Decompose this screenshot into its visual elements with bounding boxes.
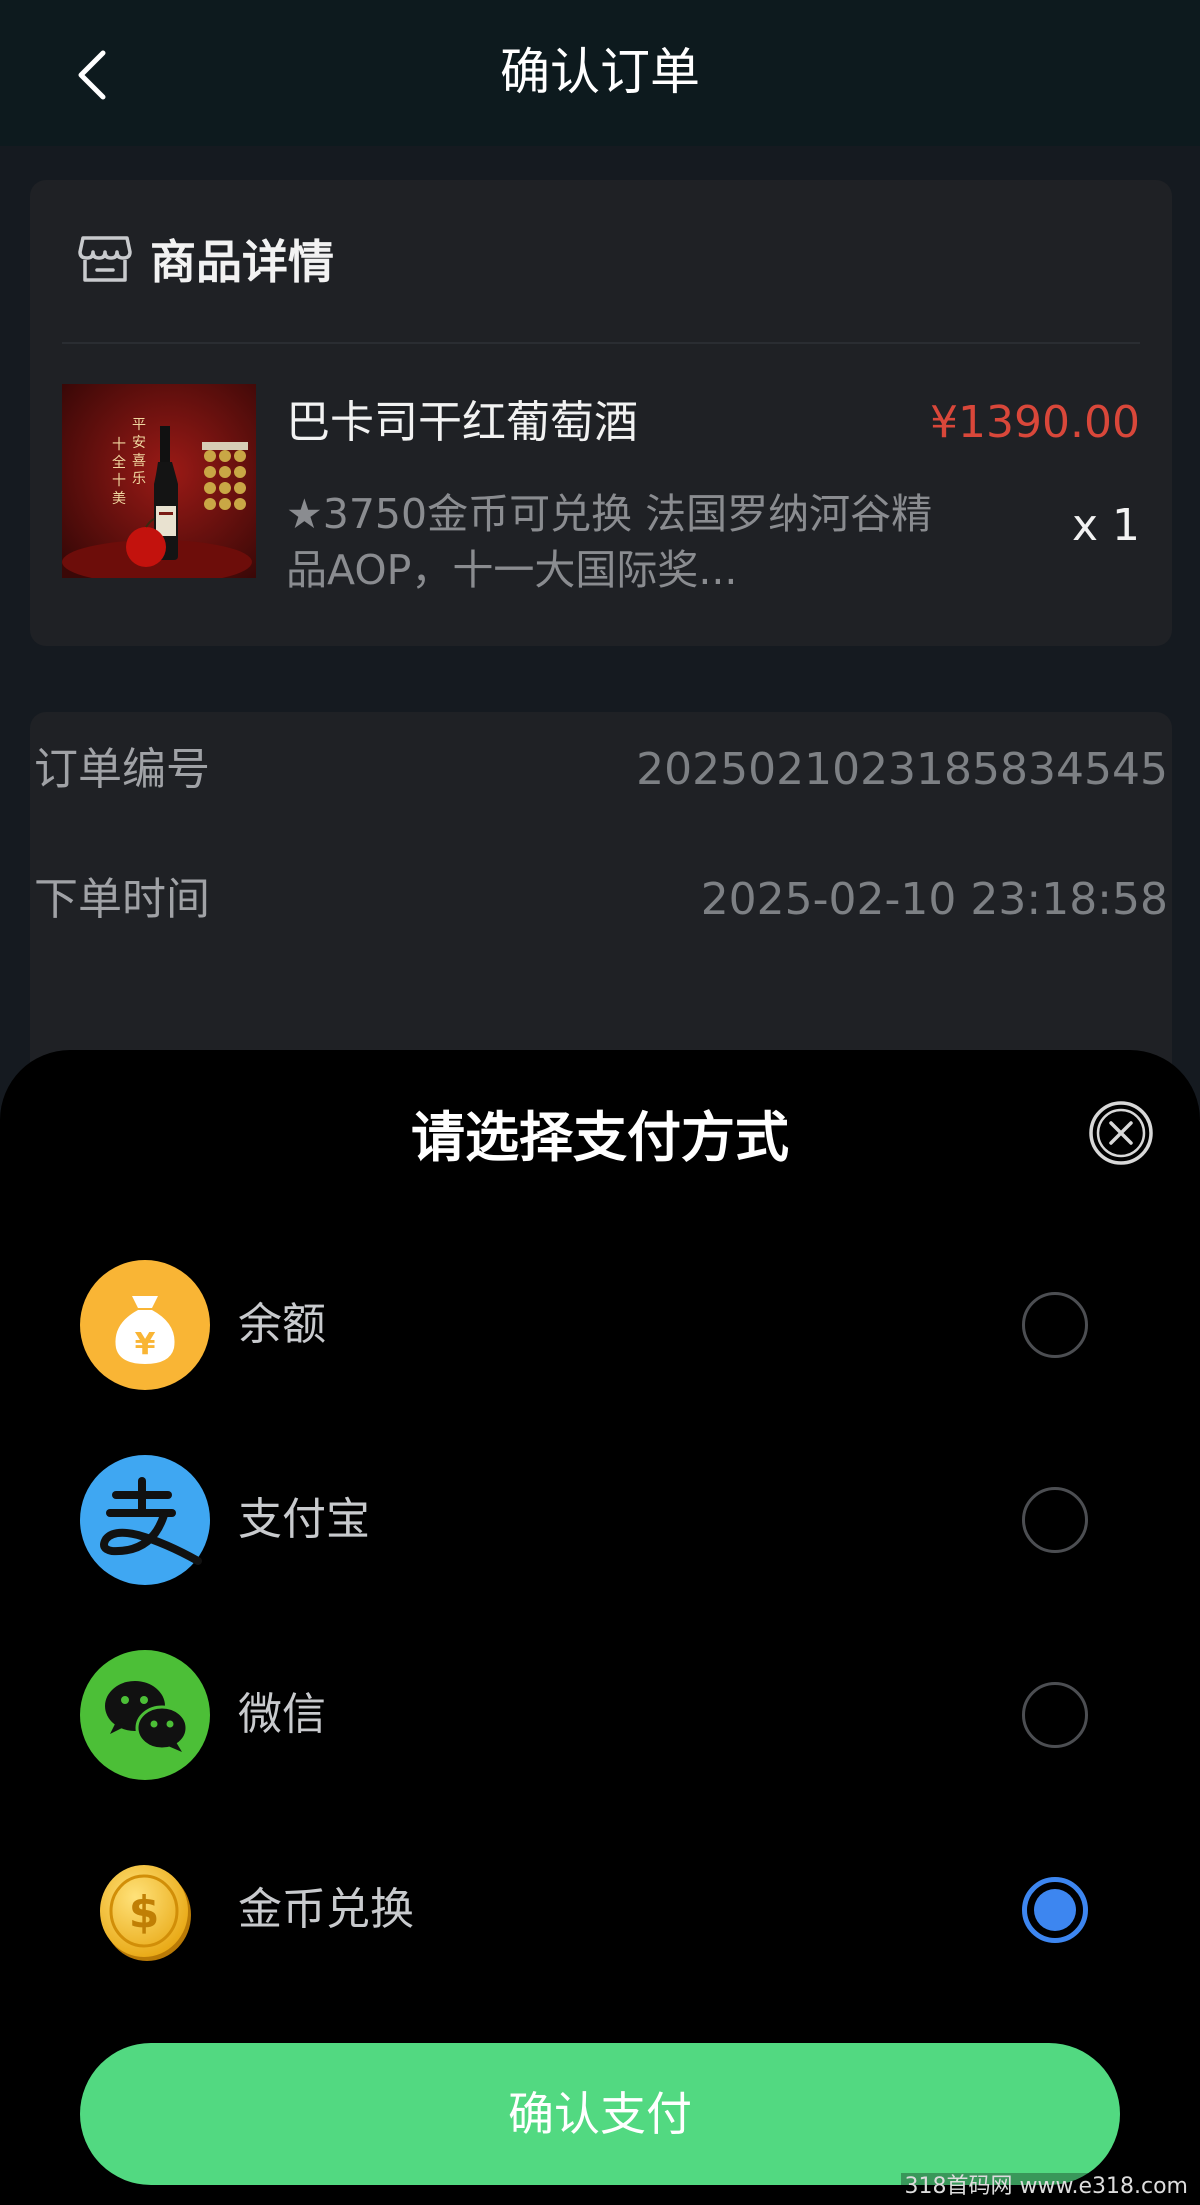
svg-text:乐: 乐 — [132, 471, 146, 487]
product-section-header: 商品详情 — [78, 226, 334, 292]
product-quantity: x 1 — [1071, 500, 1140, 551]
payment-option-label: 余额 — [238, 1299, 326, 1350]
order-number-row: 订单编号 2025021023185834545 — [34, 740, 1168, 800]
order-time-label: 下单时间 — [34, 874, 210, 925]
order-number-label: 订单编号 — [34, 744, 210, 795]
product-details-card: 商品详情 平 安 喜 乐 十 全 十 美 巴卡司干红葡萄酒 ¥1390.00 ★… — [30, 180, 1172, 646]
radio-dot — [1034, 1889, 1076, 1931]
store-icon — [78, 236, 132, 282]
gold-coin-icon: $ — [80, 1845, 210, 1975]
svg-text:喜: 喜 — [132, 453, 146, 469]
svg-text:$: $ — [129, 1887, 160, 1938]
section-title: 商品详情 — [150, 235, 334, 289]
order-time-value: 2025-02-10 23:18:58 — [700, 874, 1168, 925]
wechat-icon — [80, 1650, 210, 1780]
payment-option-label: 金币兑换 — [238, 1884, 414, 1935]
svg-text:十: 十 — [112, 473, 126, 489]
svg-text:美: 美 — [112, 491, 126, 507]
payment-option-label: 微信 — [238, 1689, 326, 1740]
product-name[interactable]: 巴卡司干红葡萄酒 — [286, 392, 638, 454]
confirm-payment-button[interactable]: 确认支付 — [80, 2043, 1120, 2185]
svg-text:¥: ¥ — [135, 1327, 156, 1362]
radio-button-selected[interactable] — [1022, 1877, 1088, 1943]
radio-button[interactable] — [1022, 1682, 1088, 1748]
payment-option-alipay[interactable]: 支付宝 — [0, 1445, 1200, 1595]
payment-method-sheet — [0, 1050, 1200, 2205]
svg-text:平: 平 — [132, 417, 146, 433]
product-price: ¥1390.00 — [930, 397, 1140, 448]
order-number-value: 2025021023185834545 — [636, 744, 1168, 795]
close-circle-icon — [1089, 1101, 1153, 1165]
sheet-title: 请选择支付方式 — [411, 1106, 789, 1169]
page-title: 确认订单 — [500, 43, 700, 101]
close-button[interactable] — [1088, 1100, 1154, 1166]
alipay-icon — [80, 1455, 210, 1585]
top-bar: 确认订单 — [0, 0, 1200, 146]
svg-text:全: 全 — [112, 454, 126, 471]
wine-bottle-image: 平安喜乐 十全十美 — [62, 384, 256, 578]
order-time-row: 下单时间 2025-02-10 23:18:58 — [34, 870, 1168, 930]
radio-button[interactable] — [1022, 1292, 1088, 1358]
payment-option-gold-coin[interactable]: $ 金币兑换 — [0, 1835, 1200, 1985]
radio-button[interactable] — [1022, 1487, 1088, 1553]
svg-text:安: 安 — [132, 435, 146, 451]
product-image[interactable]: 平安喜乐 十全十美 — [62, 384, 256, 578]
payment-option-balance[interactable]: ¥ 余额 — [0, 1250, 1200, 1400]
money-bag-icon: ¥ — [80, 1260, 210, 1390]
product-description: ★3750金币可兑换 法国罗纳河谷精品AOP，十一大国际奖... — [286, 490, 933, 594]
watermark: 318首码网 www.e318.com — [900, 2173, 1192, 2201]
payment-option-wechat[interactable]: 微信 — [0, 1640, 1200, 1790]
payment-option-label: 支付宝 — [238, 1494, 370, 1545]
svg-text:十: 十 — [112, 437, 126, 453]
divider — [62, 342, 1140, 344]
confirm-order-page: 确认订单 商品详情 平 安 喜 乐 十 全 十 美 巴卡司干红葡萄酒 ¥1390… — [0, 0, 1200, 2205]
